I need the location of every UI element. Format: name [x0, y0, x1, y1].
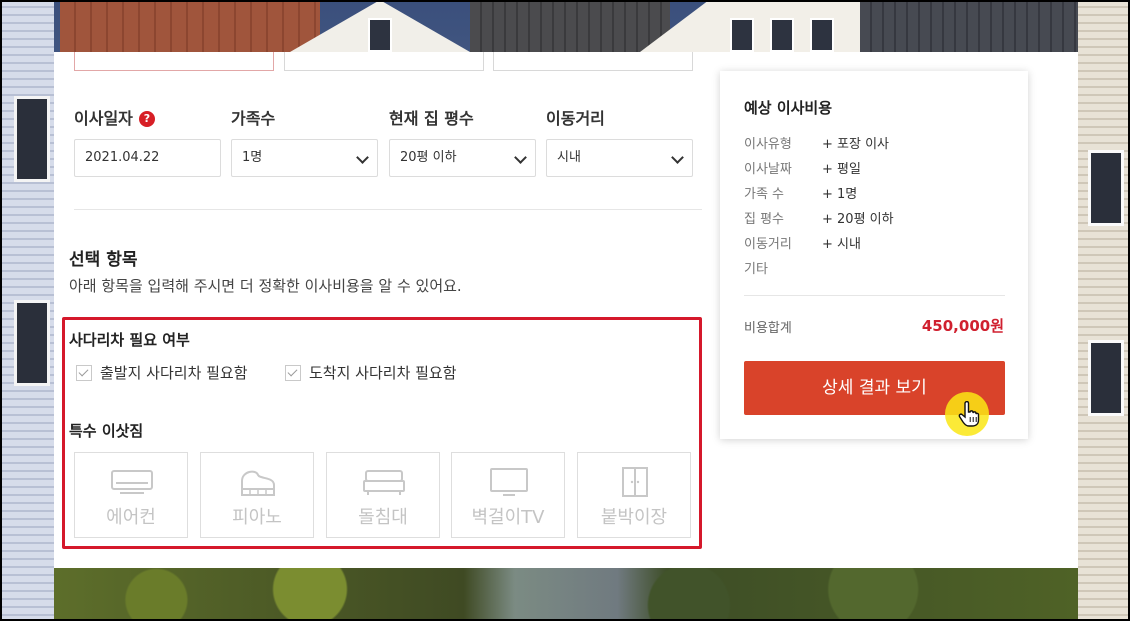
summary-row: 이사유형 + 포장 이사 [744, 133, 889, 152]
summary-row-label: 이동거리 [744, 237, 792, 252]
item-label: 돌침대 [358, 507, 408, 528]
departure-ladder-checkbox[interactable]: 출발지 사다리차 필요함 [76, 362, 248, 383]
family-count-select[interactable]: 1명 [231, 139, 378, 177]
departure-ladder-label: 출발지 사다리차 필요함 [100, 364, 248, 382]
gable-right [640, 0, 870, 52]
air-conditioner-icon [111, 470, 153, 494]
item-label: 에어컨 [106, 507, 156, 528]
chevron-down-icon [671, 151, 684, 164]
move-date-input[interactable]: 2021.04.22 [74, 139, 221, 177]
wardrobe-icon [622, 467, 648, 497]
summary-row-value: + 20평 이하 [822, 212, 894, 227]
family-count-label: 가족수 [231, 109, 276, 128]
item-label: 벽걸이TV [471, 507, 545, 528]
trees-foreground [54, 568, 1078, 621]
gable-window [770, 18, 794, 52]
bed-icon [363, 470, 405, 495]
move-date-label: 이사일자? [74, 105, 155, 129]
summary-row: 집 평수 + 20평 이하 [744, 208, 894, 227]
hand-pointer-icon [958, 401, 980, 427]
item-label: 붙박이장 [600, 507, 668, 528]
house-size-value: 20평 이하 [400, 150, 457, 165]
summary-row: 이동거리 + 시내 [744, 233, 861, 252]
gable-window [730, 18, 754, 52]
item-label: 피아노 [232, 507, 282, 528]
summary-row-label: 집 평수 [744, 212, 785, 227]
item-card-stone-bed[interactable]: 돌침대 [326, 452, 440, 538]
summary-divider [744, 295, 1005, 296]
summary-row-label: 이사유형 [744, 137, 792, 152]
move-date-label-text: 이사일자 [74, 109, 133, 128]
distance-select[interactable]: 시내 [546, 139, 693, 177]
item-card-wardrobe[interactable]: 붙박이장 [577, 452, 691, 538]
distance-value: 시내 [557, 150, 581, 165]
item-card-air-conditioner[interactable]: 에어컨 [74, 452, 188, 538]
summary-row-label: 기타 [744, 262, 768, 277]
section-divider [74, 209, 702, 210]
piano-icon [241, 470, 275, 496]
total-value: 450,000원 [921, 317, 1004, 335]
house-facade-right [1078, 0, 1130, 621]
chevron-down-icon [356, 151, 369, 164]
roof-middle [470, 0, 670, 52]
help-icon[interactable]: ? [138, 111, 155, 127]
chevron-down-icon [514, 151, 527, 164]
item-card-piano[interactable]: 피아노 [200, 452, 314, 538]
house-window [14, 96, 50, 182]
summary-row-value: + 포장 이사 [822, 137, 889, 152]
roof-left [60, 0, 320, 52]
distance-label: 이동거리 [546, 109, 605, 128]
family-count-value: 1명 [242, 150, 263, 165]
checkbox-icon[interactable] [76, 364, 92, 381]
summary-row-label: 가족 수 [744, 187, 785, 202]
summary-title: 예상 이사비용 [744, 99, 833, 117]
summary-row-value: + 시내 [822, 237, 861, 252]
gable-window [368, 18, 392, 52]
tab-move-type-1[interactable] [74, 52, 274, 71]
cost-summary-card: 예상 이사비용 이사유형 + 포장 이사 이사날짜 + 평일 가족 수 + 1명… [720, 71, 1028, 439]
summary-row-label: 이사날짜 [744, 162, 792, 177]
gable-window [810, 18, 834, 52]
arrival-ladder-label: 도착지 사다리차 필요함 [309, 364, 457, 382]
summary-row-value: + 1명 [822, 187, 858, 202]
summary-row-value: + 평일 [822, 162, 861, 177]
house-window [1088, 340, 1124, 416]
tab-move-type-2[interactable] [284, 52, 484, 71]
item-card-wall-tv[interactable]: 벽걸이TV [451, 452, 565, 538]
options-section-subtitle: 아래 항목을 입력해 주시면 더 정확한 이사비용을 알 수 있어요. [69, 277, 462, 295]
options-section-title: 선택 항목 [69, 250, 138, 270]
house-window [14, 300, 50, 386]
tv-icon [490, 468, 528, 496]
house-facade-left [0, 0, 54, 621]
total-label: 비용합계 [744, 321, 792, 336]
arrival-ladder-checkbox[interactable]: 도착지 사다리차 필요함 [285, 362, 457, 383]
tab-move-type-3[interactable] [493, 52, 693, 71]
house-window [1088, 150, 1124, 226]
summary-row: 기타 [744, 258, 768, 277]
special-items-title: 특수 이삿짐 [69, 422, 144, 440]
ladder-truck-title: 사다리차 필요 여부 [69, 331, 190, 349]
checkbox-icon[interactable] [285, 364, 301, 381]
house-size-label: 현재 집 평수 [389, 109, 474, 128]
house-size-select[interactable]: 20평 이하 [389, 139, 536, 177]
summary-row: 이사날짜 + 평일 [744, 158, 861, 177]
summary-row: 가족 수 + 1명 [744, 183, 857, 202]
